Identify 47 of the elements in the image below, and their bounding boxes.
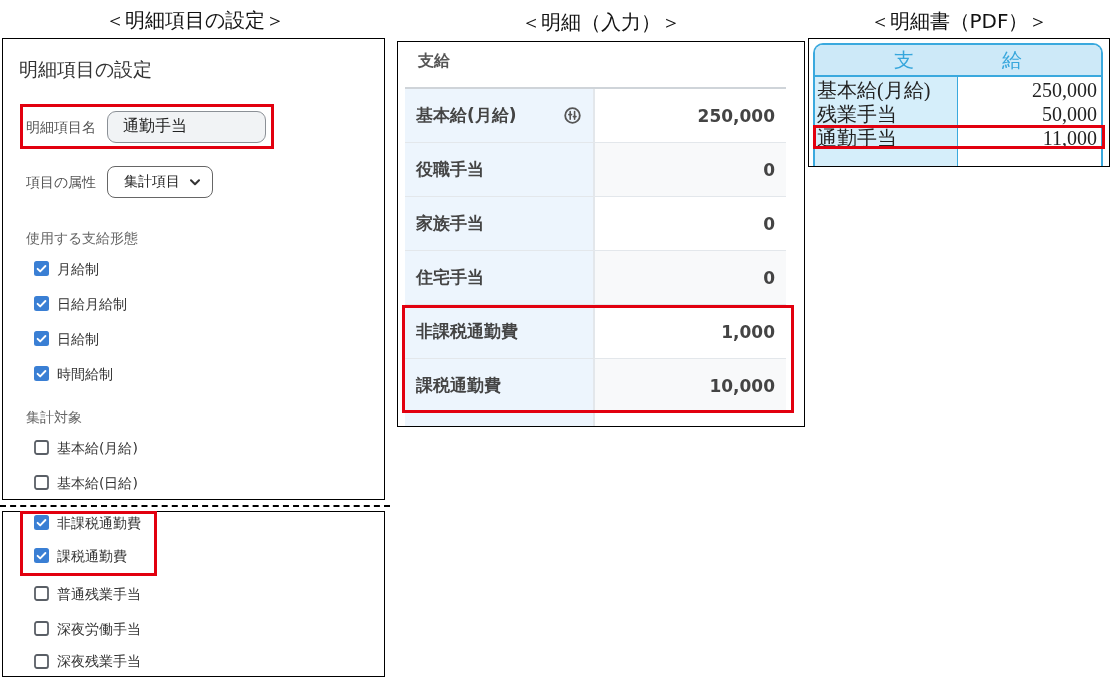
option-label[interactable]: 課税通勤費 xyxy=(57,547,127,564)
checkbox[interactable] xyxy=(34,515,49,530)
option-label[interactable]: 時間給制 xyxy=(57,365,113,382)
table-header: 支 給 xyxy=(815,45,1101,77)
row-label: 課税通勤費 xyxy=(416,374,501,397)
panel-title: 明細項目の設定 xyxy=(19,57,153,81)
checkbox[interactable] xyxy=(34,331,49,346)
option-label[interactable]: 非課税通勤費 xyxy=(57,515,141,531)
option-label[interactable]: 深夜残業手当 xyxy=(57,653,141,669)
row-label: 家族手当 xyxy=(416,212,484,235)
checkbox[interactable] xyxy=(34,366,49,381)
option-label[interactable]: 日給月給制 xyxy=(57,295,127,312)
row-label: 基本給(月給) xyxy=(416,104,517,127)
section-heading: 支給 xyxy=(418,50,451,72)
checkbox[interactable] xyxy=(34,621,49,636)
table-cell: 10,000 xyxy=(595,359,786,412)
text-input[interactable]: 通勤手当 xyxy=(107,110,266,143)
option-label[interactable]: 深夜労働手当 xyxy=(57,620,141,637)
checkbox[interactable] xyxy=(34,653,49,669)
row-label: 住宅手当 xyxy=(416,266,484,289)
circled-symbol-icon xyxy=(564,107,581,124)
option-label[interactable]: 基本給(日給) xyxy=(57,474,138,491)
checkbox[interactable] xyxy=(34,548,49,563)
section-caption: ＜明細（入力）＞ xyxy=(520,9,682,36)
section-heading: 使用する支給形態 xyxy=(26,229,139,248)
section-heading: 集計対象 xyxy=(26,408,83,427)
section-caption: ＜明細書（PDF）＞ xyxy=(868,8,1050,35)
table-cell: 基本給(月給) xyxy=(815,77,958,101)
row-label: 役職手当 xyxy=(416,158,484,181)
option-label[interactable]: 月給制 xyxy=(57,260,99,277)
checkbox[interactable] xyxy=(34,261,49,276)
section-caption: ＜明細項目の設定＞ xyxy=(104,7,286,34)
option-label[interactable]: 日給制 xyxy=(57,330,99,347)
chevron-down-icon xyxy=(190,178,200,186)
row-label: 非課税通勤費 xyxy=(416,320,518,343)
checkbox[interactable] xyxy=(34,586,49,601)
checkbox[interactable] xyxy=(34,475,49,490)
table-cell: 残業手当 xyxy=(815,101,958,125)
field-label: 項目の属性 xyxy=(26,173,96,192)
dropdown[interactable]: 集計項目 xyxy=(107,166,213,198)
option-label[interactable]: 普通残業手当 xyxy=(57,585,141,602)
field-label: 明細項目名 xyxy=(26,117,96,137)
table-cell: 0 xyxy=(595,143,786,196)
option-label[interactable]: 基本給(月給) xyxy=(57,439,138,456)
table-cell: 0 xyxy=(595,251,786,304)
checkbox[interactable] xyxy=(34,296,49,311)
checkbox[interactable] xyxy=(34,440,49,455)
